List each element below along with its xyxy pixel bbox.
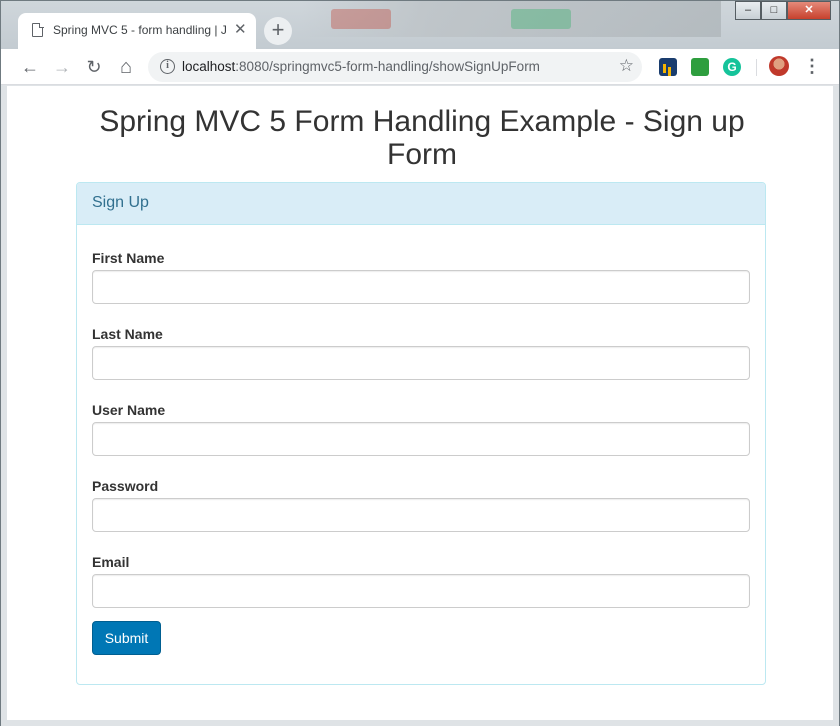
forward-button[interactable]: →	[50, 55, 74, 79]
password-group: Password	[92, 478, 750, 532]
menu-icon[interactable]: ⋮	[803, 55, 821, 77]
bookmark-star-icon[interactable]: ☆	[619, 56, 634, 76]
last-name-group: Last Name	[92, 326, 750, 380]
back-button[interactable]: ←	[18, 55, 42, 79]
new-tab-button[interactable]: +	[264, 17, 292, 45]
browser-window: Spring MVC 5 - form handling | J ✕ + – □…	[0, 0, 840, 726]
user-name-input[interactable]	[92, 422, 750, 456]
user-name-group: User Name	[92, 402, 750, 456]
url-host: localhost	[182, 59, 236, 74]
toolbar-divider	[756, 59, 757, 76]
panel-title: Sign Up	[77, 183, 765, 225]
user-name-label: User Name	[92, 402, 166, 418]
address-bar[interactable]: i localhost:8080/springmvc5-form-handlin…	[148, 52, 642, 82]
first-name-label: First Name	[92, 250, 165, 266]
info-icon[interactable]: i	[160, 59, 175, 74]
tab-strip: Spring MVC 5 - form handling | J ✕ + – □…	[1, 1, 839, 49]
chart-extension-icon[interactable]	[659, 58, 677, 76]
first-name-input[interactable]	[92, 270, 750, 304]
email-label: Email	[92, 554, 130, 570]
close-icon[interactable]: ✕	[234, 21, 247, 39]
submit-button[interactable]: Submit	[92, 621, 161, 655]
background-tab-icon	[331, 9, 391, 29]
grammarly-icon[interactable]: G	[723, 58, 741, 76]
window-controls: – □ ✕	[735, 1, 831, 21]
window-bottom-border	[1, 720, 839, 726]
first-name-group: First Name	[92, 250, 750, 304]
profile-avatar[interactable]	[769, 56, 789, 76]
last-name-label: Last Name	[92, 326, 163, 342]
minimize-button[interactable]: –	[735, 1, 761, 20]
email-group: Email	[92, 554, 750, 608]
page-title: Spring MVC 5 Form Handling Example - Sig…	[99, 105, 745, 171]
email-input[interactable]	[92, 574, 750, 608]
maximize-button[interactable]: □	[761, 1, 787, 20]
page-content: Spring MVC 5 Form Handling Example - Sig…	[7, 86, 833, 720]
browser-toolbar: ← → ↻ ⌂ i localhost:8080/springmvc5-form…	[1, 49, 839, 85]
print-extension-icon[interactable]	[691, 58, 709, 76]
background-tab-icon	[511, 9, 571, 29]
tab-title: Spring MVC 5 - form handling | J	[53, 23, 227, 37]
reload-button[interactable]: ↻	[82, 55, 106, 79]
signup-panel: Sign Up First Name Last Name User Name P…	[76, 182, 766, 685]
url-text[interactable]: localhost:8080/springmvc5-form-handling/…	[182, 59, 540, 74]
password-input[interactable]	[92, 498, 750, 532]
password-label: Password	[92, 478, 159, 494]
tab-active[interactable]: Spring MVC 5 - form handling | J ✕	[18, 13, 256, 49]
home-button[interactable]: ⌂	[114, 55, 138, 79]
page-icon	[32, 22, 44, 37]
url-path: :8080/springmvc5-form-handling/showSignU…	[235, 59, 540, 74]
window-close-button[interactable]: ✕	[787, 1, 831, 20]
last-name-input[interactable]	[92, 346, 750, 380]
